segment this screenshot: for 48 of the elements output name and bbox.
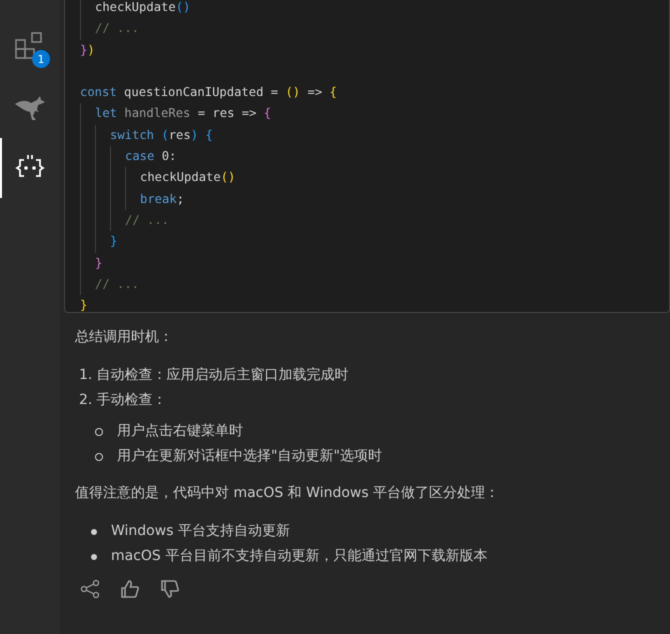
code-token: =>: [306, 84, 324, 102]
code-token: }: [110, 233, 118, 250]
code-token: }: [80, 297, 88, 312]
paragraph: 值得注意的是，代码中对 macOS 和 Windows 平台做了区分处理：: [75, 484, 500, 503]
bullet-icon: [91, 554, 97, 560]
code-token: questionCanIUpdated =: [123, 84, 280, 102]
list-number: 1.: [79, 366, 92, 385]
code-token: const: [80, 84, 117, 102]
bullet-icon: [91, 528, 97, 534]
list-item: 自动检查：应用启动后主窗口加载完成时: [96, 366, 348, 385]
bullet-icon: [95, 428, 103, 436]
code-token: break: [140, 190, 177, 208]
code-token: (): [220, 169, 236, 186]
share-icon[interactable]: [80, 579, 100, 599]
code-token: let: [95, 105, 118, 122]
thumbs-up-icon[interactable]: [120, 579, 140, 599]
code-token: = res =>: [196, 105, 258, 122]
paragraph: 总结调用时机：: [75, 328, 174, 347]
thumbs-down-icon[interactable]: [160, 579, 180, 599]
code-token: (): [176, 0, 190, 16]
list-item: 用户在更新对话框中选择"自动更新"选项时: [117, 447, 382, 466]
code-token: // ...: [95, 276, 140, 293]
code-token: // ...: [95, 20, 140, 38]
list-item: Windows 平台支持自动更新: [111, 522, 290, 541]
code-token: {: [264, 105, 272, 122]
code-token: res: [168, 126, 191, 144]
code-token: {: [330, 84, 337, 102]
code-token: checkUpdate: [140, 169, 221, 186]
code-token: ;: [176, 190, 184, 208]
count-badge: 1: [32, 50, 50, 68]
list-item: 手动检查：: [96, 391, 166, 410]
active-indicator: [0, 138, 2, 198]
list-item: macOS 平台目前不支持自动更新，只能通过官网下载新版本: [111, 547, 488, 566]
bullet-icon: [95, 452, 103, 460]
list-number: 2.: [79, 391, 92, 410]
code-token: switch: [110, 126, 154, 144]
code-token: (: [160, 126, 169, 144]
code-token: handleRes: [123, 105, 190, 122]
code-token: // ...: [125, 212, 170, 229]
code-token: checkUpdate: [95, 0, 176, 16]
code-token: }: [95, 254, 102, 272]
code-token: ) {: [190, 126, 213, 144]
code-token: 0:: [160, 148, 176, 166]
code-token: case: [125, 148, 154, 166]
list-item: 用户点击右键菜单时: [117, 422, 243, 441]
code-token: (): [285, 84, 300, 102]
code-token: ): [87, 42, 95, 59]
code-token: }: [80, 42, 88, 59]
